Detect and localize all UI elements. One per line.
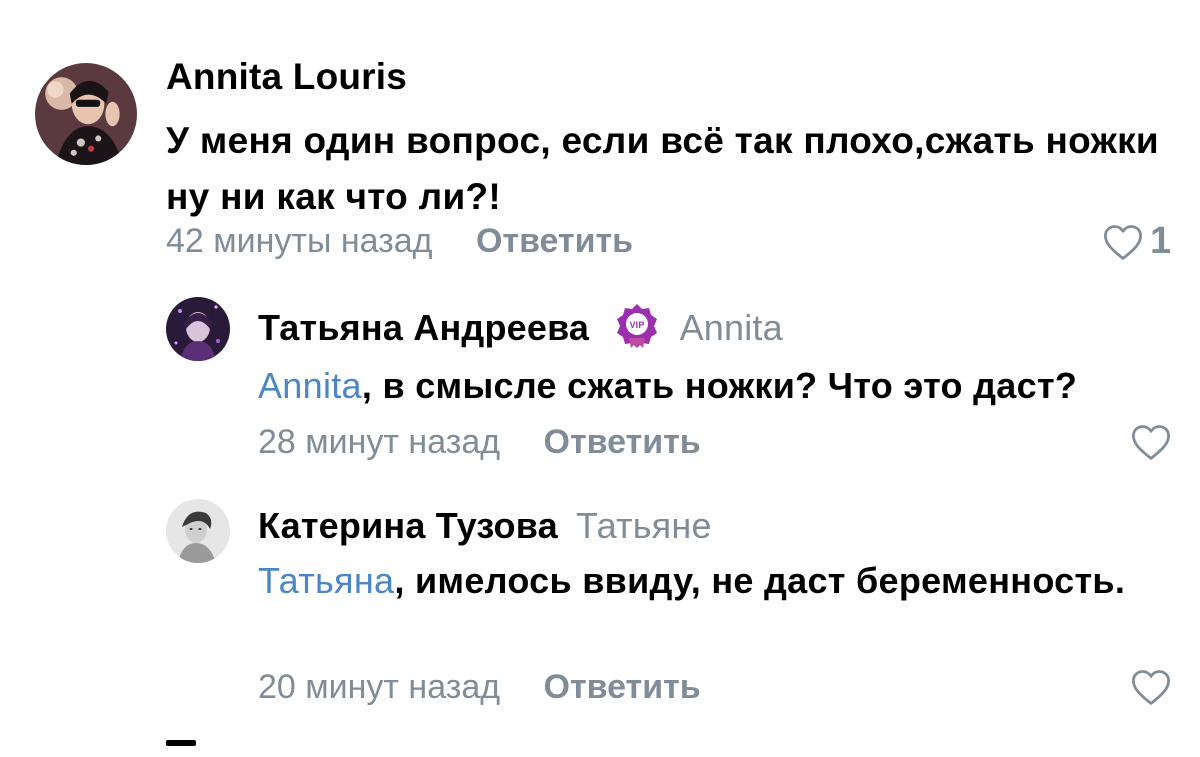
heart-outline-icon	[1131, 670, 1170, 705]
comment-text: Annita, в смысле сжать ножки? Что это да…	[258, 364, 1188, 408]
timestamp: 42 минуты назад	[166, 222, 433, 260]
mention-link[interactable]: Annita	[258, 365, 362, 406]
comment-body: , имелось ввиду, не даст беременность.	[394, 560, 1126, 601]
reply-to-name[interactable]: Татьяне	[576, 505, 712, 546]
like-button[interactable]	[1130, 668, 1172, 706]
reply-button[interactable]: Ответить	[544, 423, 701, 461]
author-name-text[interactable]: Annita Louris	[166, 56, 407, 97]
reply-button[interactable]: Ответить	[476, 222, 633, 260]
author-name[interactable]: Татьяна Андреева	[258, 307, 589, 348]
avatar[interactable]	[166, 297, 230, 361]
comment-text: У меня один вопрос, если всё так плохо,с…	[166, 113, 1166, 225]
comments-thread: Annita Louris У меня один вопрос, если в…	[0, 0, 1200, 757]
comment-meta: 20 минут назад Ответить	[258, 668, 701, 707]
heart-outline-icon	[1103, 224, 1142, 260]
next-comment-cutoff	[166, 740, 196, 746]
author-name[interactable]: Annita Louris	[166, 56, 407, 98]
reply-button[interactable]: Ответить	[544, 668, 701, 706]
comment-body: У меня один вопрос, если всё так плохо,с…	[166, 120, 1159, 217]
comment-meta: 42 минуты назад Ответить	[166, 222, 633, 261]
comment-body: , в смысле сжать ножки? Что это даст?	[361, 365, 1078, 406]
like-button[interactable]: 1	[1102, 220, 1171, 263]
author-line: Татьяна Андреева VIP Annita	[258, 304, 783, 354]
mention-link[interactable]: Татьяна	[258, 560, 394, 601]
comment-text: Татьяна, имелось ввиду, не даст беременн…	[258, 556, 1158, 606]
like-count: 1	[1150, 220, 1172, 262]
author-name[interactable]: Катерина Тузова	[258, 505, 558, 546]
vip-badge-icon: VIP	[613, 302, 661, 350]
reply-to-name[interactable]: Annita	[680, 307, 783, 348]
avatar[interactable]	[35, 63, 137, 165]
vip-badge-text: VIP	[630, 320, 645, 330]
heart-outline-icon	[1131, 425, 1170, 460]
like-button[interactable]	[1130, 423, 1172, 461]
author-line: Катерина Тузова Татьяне	[258, 504, 712, 548]
avatar[interactable]	[166, 499, 230, 563]
timestamp: 20 минут назад	[258, 668, 501, 706]
timestamp: 28 минут назад	[258, 423, 501, 461]
comment-meta: 28 минут назад Ответить	[258, 423, 701, 462]
